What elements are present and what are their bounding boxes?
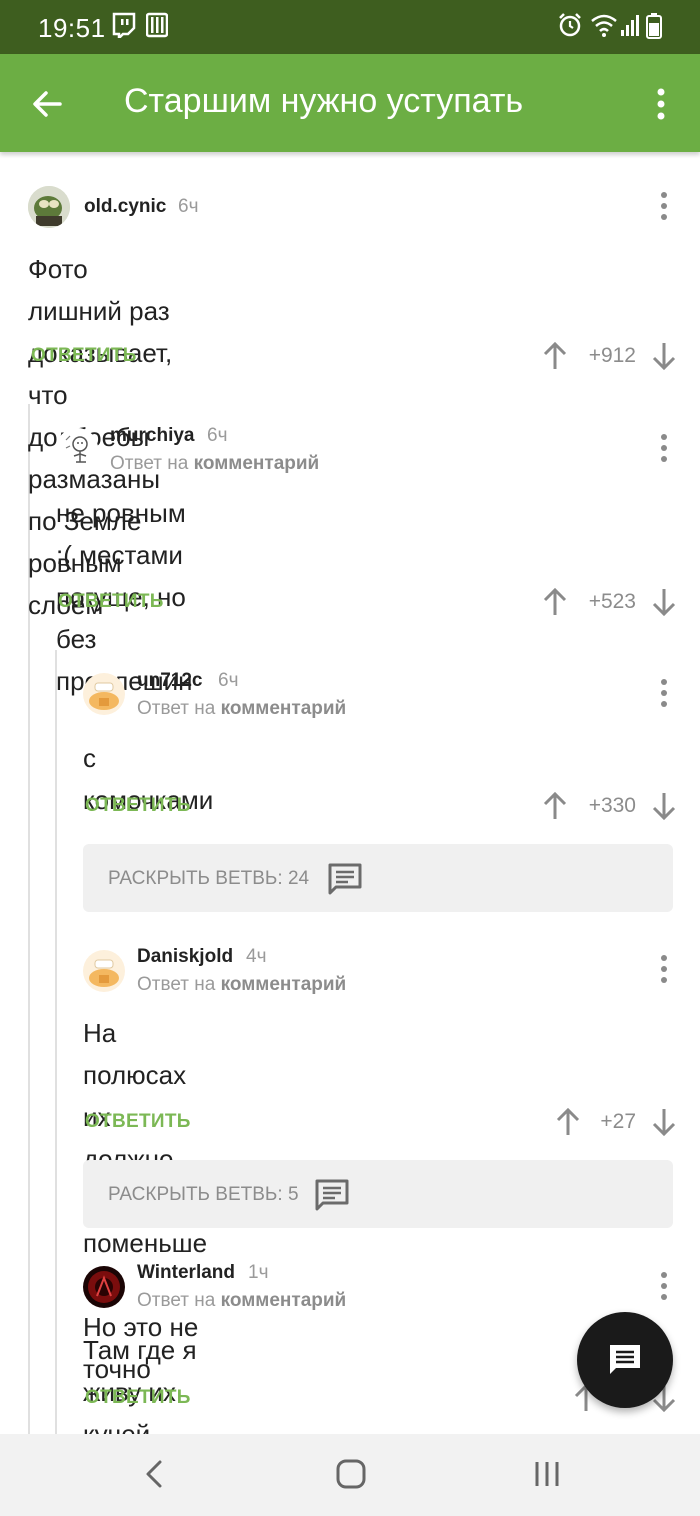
username[interactable]: old.cynic bbox=[84, 196, 166, 218]
comment-time: 6ч bbox=[207, 425, 228, 446]
more-vertical-icon[interactable] bbox=[654, 1270, 674, 1302]
comment-text-line: не ровным :( местами погуще, но без bbox=[56, 498, 186, 654]
avatar[interactable] bbox=[28, 186, 70, 228]
downvote-arrow-icon[interactable] bbox=[652, 791, 676, 821]
expand-branch-button[interactable]: РАСКРЫТЬ ВЕТВЬ: 5 bbox=[83, 1160, 673, 1228]
wifi-icon bbox=[590, 12, 618, 43]
comment-icon bbox=[610, 1345, 640, 1374]
username[interactable]: murchiya bbox=[110, 425, 194, 447]
reply-context: Ответ на комментарий bbox=[110, 453, 319, 475]
reply-button[interactable]: ОТВЕТИТЬ bbox=[58, 591, 164, 613]
signal-icon bbox=[620, 12, 640, 43]
downvote-arrow-icon[interactable] bbox=[652, 1107, 676, 1137]
more-vertical-icon[interactable] bbox=[654, 432, 674, 464]
bars-notification-icon bbox=[145, 12, 169, 43]
upvote-arrow-icon[interactable] bbox=[543, 791, 567, 821]
expand-branch-label: РАСКРЫТЬ ВЕТВЬ: 24 bbox=[108, 868, 310, 889]
battery-icon bbox=[646, 12, 662, 45]
twitch-icon bbox=[112, 12, 136, 43]
reply-button[interactable]: ОТВЕТИТЬ bbox=[31, 345, 137, 367]
reply-target-link[interactable]: комментарий bbox=[221, 974, 347, 995]
upvote-arrow-icon[interactable] bbox=[556, 1107, 580, 1137]
comment-score: +330 bbox=[588, 794, 636, 817]
upvote-arrow-icon[interactable] bbox=[543, 587, 567, 617]
reply-button[interactable]: ОТВЕТИТЬ bbox=[85, 795, 191, 817]
downvote-arrow-icon[interactable] bbox=[652, 587, 676, 617]
reply-button[interactable]: ОТВЕТИТЬ bbox=[85, 1387, 191, 1409]
reply-context: Ответ на комментарий bbox=[137, 1290, 346, 1312]
write-comment-fab[interactable] bbox=[577, 1312, 673, 1408]
username[interactable]: Winterland bbox=[137, 1262, 235, 1284]
status-time: 19:51 bbox=[38, 13, 106, 43]
comment-time: 1ч bbox=[248, 1262, 269, 1283]
reply-prefix: Ответ на bbox=[137, 1290, 216, 1311]
reply-prefix: Ответ на bbox=[137, 974, 216, 995]
comment-score: +912 bbox=[588, 344, 636, 367]
home-nav-icon[interactable] bbox=[331, 1456, 371, 1492]
more-vertical-icon[interactable] bbox=[646, 84, 676, 124]
more-vertical-icon[interactable] bbox=[654, 953, 674, 985]
status-bar: 19:51 bbox=[0, 0, 700, 54]
comment-icon bbox=[314, 1178, 350, 1212]
reply-target-link[interactable]: комментарий bbox=[194, 453, 320, 474]
downvote-arrow-icon[interactable] bbox=[652, 341, 676, 371]
app-bar: Старшим нужно уступать bbox=[0, 54, 700, 152]
more-vertical-icon[interactable] bbox=[654, 190, 674, 222]
thread-line bbox=[55, 650, 57, 1434]
comment-time: 6ч bbox=[218, 670, 239, 691]
reply-prefix: Ответ на bbox=[110, 453, 189, 474]
recents-nav-icon[interactable] bbox=[527, 1456, 567, 1492]
expand-branch-label: РАСКРЫТЬ ВЕТВЬ: 5 bbox=[108, 1184, 299, 1205]
alarm-icon bbox=[558, 12, 582, 43]
upvote-arrow-icon[interactable] bbox=[543, 341, 567, 371]
comment-score: +27 bbox=[600, 1110, 636, 1133]
avatar[interactable] bbox=[83, 673, 125, 715]
comment-time: 6ч bbox=[178, 196, 199, 217]
expand-branch-button[interactable]: РАСКРЫТЬ ВЕТВЬ: 24 bbox=[83, 844, 673, 912]
avatar[interactable] bbox=[83, 1266, 125, 1308]
system-nav-bar bbox=[0, 1434, 700, 1516]
comment-score: +523 bbox=[588, 590, 636, 613]
reply-prefix: Ответ на bbox=[137, 698, 216, 719]
avatar[interactable] bbox=[83, 950, 125, 992]
reply-target-link[interactable]: комментарий bbox=[221, 1290, 347, 1311]
comment-icon bbox=[327, 862, 363, 896]
comment-time: 4ч bbox=[246, 946, 267, 967]
back-arrow-icon[interactable] bbox=[26, 82, 70, 126]
avatar[interactable] bbox=[56, 428, 98, 470]
reply-context: Ответ на комментарий bbox=[137, 698, 346, 720]
more-vertical-icon[interactable] bbox=[654, 677, 674, 709]
reply-target-link[interactable]: комментарий bbox=[221, 698, 347, 719]
reply-context: Ответ на комментарий bbox=[137, 974, 346, 996]
page-title: Старшим нужно уступать bbox=[124, 82, 524, 120]
username[interactable]: un712c bbox=[137, 670, 202, 692]
username[interactable]: Daniskjold bbox=[137, 946, 233, 968]
back-nav-icon[interactable] bbox=[136, 1456, 176, 1492]
reply-button[interactable]: ОТВЕТИТЬ bbox=[85, 1111, 191, 1133]
